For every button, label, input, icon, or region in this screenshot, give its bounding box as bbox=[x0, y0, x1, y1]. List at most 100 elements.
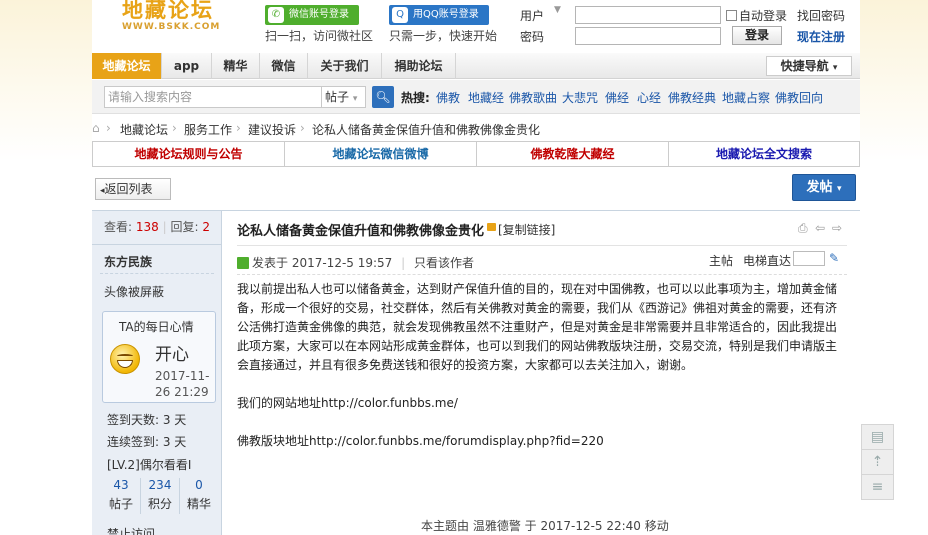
login-button[interactable]: 登录 bbox=[732, 26, 782, 45]
chevron-down-icon: ▾ bbox=[352, 94, 358, 104]
wechat-icon: ✆ bbox=[268, 7, 284, 23]
hot-search-link[interactable]: 佛教经典 bbox=[668, 89, 716, 106]
credits-stat[interactable]: 234 积分 bbox=[141, 478, 179, 512]
back-to-list-button[interactable]: ◂返回列表 bbox=[95, 178, 171, 200]
username-input[interactable] bbox=[575, 6, 721, 24]
posts-count: 43 bbox=[113, 478, 129, 492]
forgot-password-link[interactable]: 找回密码 bbox=[797, 7, 845, 24]
hot-search-link[interactable]: 地藏占察 bbox=[722, 89, 770, 106]
nav-item-wechat[interactable]: 微信 bbox=[260, 53, 308, 79]
nav-item-app[interactable]: app bbox=[162, 53, 212, 79]
reply-icon[interactable]: ▤ bbox=[861, 424, 894, 450]
posts-stat[interactable]: 43 帖子 bbox=[102, 478, 140, 512]
auto-login-checkbox[interactable] bbox=[726, 10, 737, 21]
search-input[interactable]: 请输入搜索内容 bbox=[104, 86, 322, 108]
username-type-chevron-icon[interactable]: ▼ bbox=[554, 5, 561, 15]
mood-value: 开心 bbox=[155, 345, 189, 365]
print-icon[interactable]: ⎙ bbox=[798, 221, 808, 236]
page-wrapper: 地藏论坛 WWW.BSKK.COM ✆ 微信账号登录 扫一扫，访问微社区 Q 用… bbox=[92, 0, 860, 535]
search-type-select[interactable]: 帖子 ▾ bbox=[322, 86, 366, 108]
thread-title: 论私人储备黄金保值升值和佛教佛像金贵化 bbox=[237, 224, 485, 239]
credits-label: 积分 bbox=[147, 497, 172, 511]
hot-search-link[interactable]: 地藏经 bbox=[468, 89, 504, 106]
quick-nav-label: 快捷导航 bbox=[780, 59, 829, 73]
stats-divider: | bbox=[162, 220, 167, 234]
credits-count: 234 bbox=[148, 478, 172, 492]
post-forum-line: 佛教版块地址http://color.funbbs.me/forumdispla… bbox=[237, 434, 604, 448]
only-author-link[interactable]: 只看该作者 bbox=[414, 256, 474, 270]
nav-item-donate[interactable]: 捐助论坛 bbox=[382, 53, 456, 79]
breadcrumb-item[interactable]: 建议投诉 bbox=[248, 121, 296, 138]
moved-note: 本主题由 温雅德警 于 2017-12-5 22:40 移动 bbox=[421, 519, 669, 533]
hot-search-link[interactable]: 心经 bbox=[637, 89, 661, 106]
next-thread-icon[interactable]: ⇨ bbox=[832, 221, 842, 235]
new-post-label: 发帖 bbox=[806, 180, 833, 195]
meta-divider: | bbox=[401, 256, 406, 270]
copy-link-button[interactable]: [复制链接] bbox=[498, 221, 555, 238]
site-header: 地藏论坛 WWW.BSKK.COM ✆ 微信账号登录 扫一扫，访问微社区 Q 用… bbox=[92, 0, 860, 50]
notice-link-rules[interactable]: 地藏论坛规则与公告 bbox=[93, 142, 285, 166]
breadcrumb-item[interactable]: 地藏论坛 bbox=[120, 121, 168, 138]
page-background-left bbox=[0, 0, 92, 535]
password-input[interactable] bbox=[575, 27, 721, 45]
access-status: 禁止访问 bbox=[107, 527, 156, 535]
author-name[interactable]: 东方民族 bbox=[104, 253, 152, 270]
notice-link-wechat[interactable]: 地藏论坛微信微博 bbox=[285, 142, 477, 166]
post-paragraph: 我以前提出私人也可以储备黄金，达到财产保值升值的目的，现在对中国佛教，也可以以此… bbox=[237, 282, 838, 372]
nav-item-home[interactable]: 地藏论坛 bbox=[92, 53, 162, 79]
jump-to-floor-input[interactable] bbox=[793, 251, 825, 266]
posted-at: 发表于 2017-12-5 19:57 bbox=[252, 256, 393, 270]
post-body: 我以前提出私人也可以储备黄金，达到财产保值升值的目的，现在对中国佛教，也可以以此… bbox=[237, 280, 843, 470]
breadcrumb-item[interactable]: 服务工作 bbox=[184, 121, 232, 138]
digest-stat[interactable]: 0 精华 bbox=[180, 478, 218, 512]
floor-label: 主帖 bbox=[709, 254, 734, 268]
search-button[interactable]: 🔍︎ bbox=[372, 86, 394, 108]
divider bbox=[237, 245, 847, 246]
home-icon[interactable]: ⌂ bbox=[92, 121, 100, 135]
hot-search-link[interactable]: 佛经 bbox=[605, 89, 629, 106]
posts-label: 帖子 bbox=[108, 497, 133, 511]
breadcrumb-item[interactable]: 论私人储备黄金保值升值和佛教佛像金贵化 bbox=[312, 121, 540, 138]
wechat-hint[interactable]: 扫一扫，访问微社区 bbox=[265, 27, 373, 44]
nav-item-digest[interactable]: 精华 bbox=[212, 53, 260, 79]
breadcrumb-separator: › bbox=[172, 121, 177, 135]
smiley-icon bbox=[110, 344, 140, 374]
replies-count: 2 bbox=[202, 220, 210, 234]
site-logo[interactable]: 地藏论坛 bbox=[122, 0, 214, 24]
qq-login-button[interactable]: Q 用QQ账号登录 bbox=[389, 5, 489, 25]
author-column: 查看: 138 | 回复: 2 东方民族 头像被屏蔽 TA的每日心情 开心 20… bbox=[92, 211, 222, 535]
register-link[interactable]: 现在注册 bbox=[797, 28, 845, 45]
new-post-button[interactable]: 发帖 ▾ bbox=[792, 174, 856, 201]
password-label: 密码 bbox=[520, 30, 545, 44]
search-bar: 请输入搜索内容 帖子 ▾ 🔍︎ 热搜: 佛教 地藏经 佛教歌曲 大悲咒 佛经 心… bbox=[92, 80, 860, 114]
wechat-login-button[interactable]: ✆ 微信账号登录 bbox=[265, 5, 359, 25]
mood-title: TA的每日心情 bbox=[119, 320, 194, 334]
jump-go-icon[interactable]: ✎ bbox=[829, 251, 839, 265]
user-level[interactable]: [LV.2]偶尔看看I bbox=[107, 456, 191, 473]
notice-link-sutra[interactable]: 佛教乾隆大藏经 bbox=[477, 142, 669, 166]
breadcrumb-separator: › bbox=[300, 121, 305, 135]
search-type-label: 帖子 bbox=[325, 90, 350, 104]
back-to-list-label: 返回列表 bbox=[104, 182, 153, 196]
search-icon: 🔍︎ bbox=[375, 90, 391, 104]
online-status-icon bbox=[237, 257, 249, 269]
avatar: 头像被屏蔽 bbox=[104, 285, 165, 299]
back-to-top-icon[interactable]: ⇡ bbox=[861, 449, 894, 475]
post-content-column: 论私人储备黄金保值升值和佛教佛像金贵化 [复制链接] ⎙ ⇦ ⇨ 发表于 201… bbox=[223, 211, 860, 535]
hot-search-link[interactable]: 佛教歌曲 bbox=[509, 89, 557, 106]
notice-link-search[interactable]: 地藏论坛全文搜索 bbox=[669, 142, 859, 166]
hot-search-link[interactable]: 佛教 bbox=[436, 89, 460, 106]
previous-thread-icon[interactable]: ⇦ bbox=[815, 221, 825, 235]
post-meta: 发表于 2017-12-5 19:57 | 只看该作者 bbox=[237, 254, 474, 271]
hot-search-link[interactable]: 佛教回向 bbox=[775, 89, 823, 106]
digest-label: 精华 bbox=[186, 497, 211, 511]
list-icon[interactable]: ≡ bbox=[861, 474, 894, 500]
chevron-down-icon: ▾ bbox=[832, 63, 838, 73]
wechat-login-label: 微信账号登录 bbox=[289, 9, 349, 20]
auto-login-label[interactable]: 自动登录 bbox=[739, 7, 787, 24]
post-site-line: 我们的网站地址http://color.funbbs.me/ bbox=[237, 396, 458, 410]
hot-search-link[interactable]: 大悲咒 bbox=[562, 89, 598, 106]
nav-item-about[interactable]: 关于我们 bbox=[308, 53, 382, 79]
quick-nav-button[interactable]: 快捷导航 ▾ bbox=[766, 56, 852, 76]
mood-time: 2017-11-26 21:29 bbox=[155, 369, 210, 399]
